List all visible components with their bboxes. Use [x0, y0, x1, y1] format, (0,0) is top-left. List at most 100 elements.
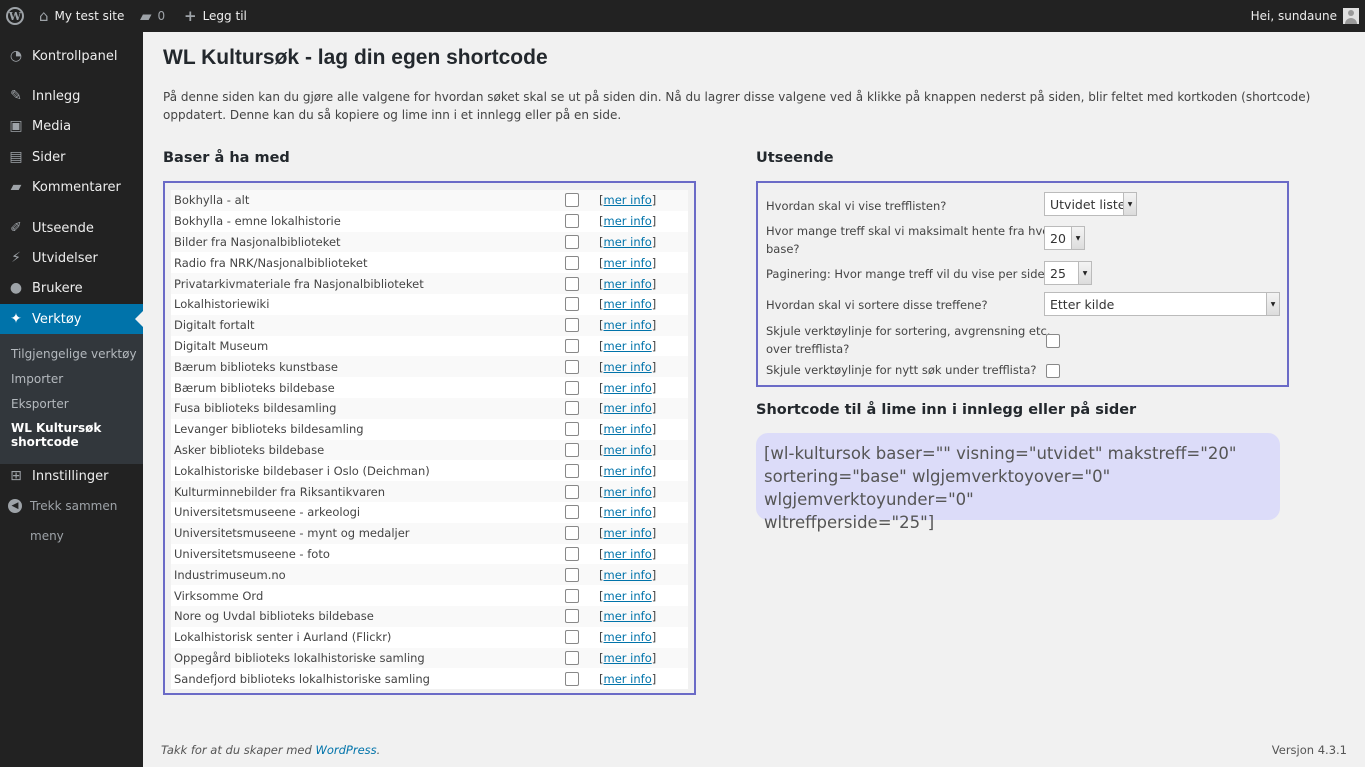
base-info: [mer info]	[599, 256, 656, 270]
more-info-link[interactable]: mer info	[604, 464, 652, 478]
base-checkbox[interactable]	[565, 401, 579, 416]
admin-sidebar: ◔ Kontrollpanel ✎ Innlegg ▣ Media ▤ Side…	[0, 32, 143, 767]
more-info-link[interactable]: mer info	[604, 630, 652, 644]
menu-kontrollpanel[interactable]: ◔ Kontrollpanel	[0, 41, 143, 71]
base-checkbox[interactable]	[565, 609, 579, 624]
base-checkbox[interactable]	[565, 214, 579, 229]
base-checkbox[interactable]	[565, 650, 579, 665]
more-info-link[interactable]: mer info	[604, 214, 652, 228]
my-account-link[interactable]: Hei, sundaune	[1251, 0, 1359, 32]
more-info-link[interactable]: mer info	[604, 339, 652, 353]
menu-utvidelser[interactable]: ⚡ Utvidelser	[0, 243, 143, 273]
base-checkbox[interactable]	[565, 359, 579, 374]
wordpress-link[interactable]: WordPress	[315, 743, 376, 757]
collapse-menu-button[interactable]: ◀ Trekk sammen	[8, 499, 117, 513]
more-info-link[interactable]: mer info	[604, 422, 652, 436]
base-name: Privatarkivmateriale fra Nasjonalbibliot…	[174, 276, 424, 291]
more-info-link[interactable]: mer info	[604, 672, 652, 686]
display-mode-select[interactable]: Utvidet liste ▼	[1044, 192, 1137, 216]
base-row: Nore og Uvdal biblioteks bildebase [mer i…	[171, 605, 688, 627]
menu-kommentarer[interactable]: ▰ Kommentarer	[0, 172, 143, 202]
more-info-link[interactable]: mer info	[604, 318, 652, 332]
base-checkbox[interactable]	[565, 276, 579, 291]
per-page-label: Paginering: Hvor mange treff vil du vise…	[766, 267, 1051, 281]
menu-innstillinger[interactable]: ⊞ Innstillinger	[0, 461, 143, 491]
shortcode-output[interactable]: [wl-kultursok baser="" visning="utvidet"…	[756, 433, 1280, 532]
base-checkbox[interactable]	[565, 442, 579, 457]
base-checkbox[interactable]	[565, 484, 579, 499]
base-checkbox[interactable]	[565, 193, 579, 208]
max-hits-label-line1: Hvor mange treff skal vi maksimalt hente…	[766, 224, 1055, 238]
comments-link[interactable]: ▰ 0	[140, 0, 165, 32]
max-hits-select[interactable]: 20 ▼	[1044, 226, 1085, 250]
shortcode-heading: Shortcode til å lime inn i innlegg eller…	[756, 402, 1137, 418]
base-checkbox[interactable]	[565, 630, 579, 645]
base-checkbox[interactable]	[565, 567, 579, 582]
hide-toolbar-checkbox[interactable]	[1046, 334, 1060, 348]
base-checkbox[interactable]	[565, 255, 579, 270]
more-info-link[interactable]: mer info	[604, 360, 652, 374]
submenu-importer[interactable]: Importer	[11, 372, 63, 386]
menu-sider[interactable]: ▤ Sider	[0, 142, 143, 172]
bracket-close: ]	[651, 609, 657, 624]
menu-label: Utseende	[32, 220, 94, 236]
collapse-label-line2[interactable]: meny	[30, 529, 64, 543]
base-checkbox[interactable]	[565, 338, 579, 353]
base-checkbox[interactable]	[565, 234, 579, 249]
more-info-link[interactable]: mer info	[604, 609, 652, 623]
wordpress-logo-icon[interactable]: W	[6, 0, 26, 32]
more-info-link[interactable]: mer info	[604, 297, 652, 311]
more-info-link[interactable]: mer info	[604, 505, 652, 519]
more-info-link[interactable]: mer info	[604, 443, 652, 457]
base-info: [mer info]	[599, 589, 656, 603]
per-page-select[interactable]: 25 ▼	[1044, 261, 1092, 285]
base-checkbox[interactable]	[565, 546, 579, 561]
more-info-link[interactable]: mer info	[604, 381, 652, 395]
more-info-link[interactable]: mer info	[604, 568, 652, 582]
more-info-link[interactable]: mer info	[604, 589, 652, 603]
more-info-link[interactable]: mer info	[604, 485, 652, 499]
base-row: Lokalhistoriske bildebaser i Oslo (Deich…	[171, 460, 688, 482]
submenu-tilgjengelige-verktoy[interactable]: Tilgjengelige verktøy	[11, 347, 137, 361]
more-info-link[interactable]: mer info	[604, 235, 652, 249]
more-info-link[interactable]: mer info	[604, 193, 652, 207]
site-name-link[interactable]: ⌂ My test site	[39, 0, 124, 32]
settings-icon: ⊞	[10, 468, 22, 484]
site-name-label: My test site	[54, 9, 125, 23]
avatar	[1343, 8, 1359, 24]
base-checkbox[interactable]	[565, 588, 579, 603]
base-checkbox[interactable]	[565, 297, 579, 312]
more-info-link[interactable]: mer info	[604, 651, 652, 665]
comments-count: 0	[157, 9, 166, 23]
menu-verktoy[interactable]: ✦ Verktøy	[0, 304, 143, 334]
base-checkbox[interactable]	[565, 463, 579, 478]
base-name: Lokalhistoriske bildebaser i Oslo (Deich…	[174, 463, 430, 478]
hide-toolbar-label-line2: over trefflista?	[766, 342, 850, 356]
menu-brukere[interactable]: ● Brukere	[0, 273, 143, 303]
menu-label: Kommentarer	[32, 179, 121, 195]
base-checkbox[interactable]	[565, 422, 579, 437]
hide-search-checkbox[interactable]	[1046, 364, 1060, 378]
menu-media[interactable]: ▣ Media	[0, 111, 143, 141]
more-info-link[interactable]: mer info	[604, 277, 652, 291]
bracket-close: ]	[651, 422, 657, 437]
bracket-close: ]	[651, 380, 657, 395]
base-info: [mer info]	[599, 214, 656, 228]
menu-innlegg[interactable]: ✎ Innlegg	[0, 81, 143, 111]
submenu-eksporter[interactable]: Eksporter	[11, 397, 69, 411]
base-checkbox[interactable]	[565, 505, 579, 520]
base-checkbox[interactable]	[565, 318, 579, 333]
new-content-link[interactable]: + Legg til	[184, 0, 247, 32]
base-checkbox[interactable]	[565, 380, 579, 395]
base-name: Universitetsmuseene - arkeologi	[174, 505, 361, 520]
more-info-link[interactable]: mer info	[604, 526, 652, 540]
more-info-link[interactable]: mer info	[604, 547, 652, 561]
sort-select[interactable]: Etter kilde ▼	[1044, 292, 1280, 316]
more-info-link[interactable]: mer info	[604, 401, 652, 415]
base-name: Digitalt Museum	[174, 338, 269, 353]
menu-utseende[interactable]: ✐ Utseende	[0, 213, 143, 243]
submenu-wl-kultursok-shortcode[interactable]: WL Kultursøk shortcode	[11, 421, 101, 449]
more-info-link[interactable]: mer info	[604, 256, 652, 270]
base-checkbox[interactable]	[565, 526, 579, 541]
base-checkbox[interactable]	[565, 671, 579, 686]
